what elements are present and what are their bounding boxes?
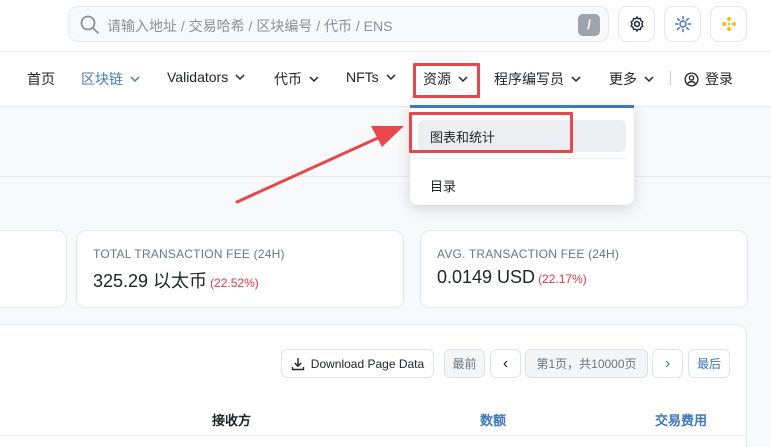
first-page-label: 最前 <box>452 357 477 371</box>
stat-label: TOTAL TRANSACTION FEE (24H) <box>93 247 285 261</box>
table-header-divider <box>0 435 747 436</box>
stat-label: AVG. TRANSACTION FEE (24H) <box>437 247 620 261</box>
stat-card-total-fee: TOTAL TRANSACTION FEE (24H) 325.29 以太币 (2… <box>76 230 404 308</box>
transactions-panel: Download Page Data 最前 ‹ 第1页，共10000页 › 最后… <box>0 324 747 447</box>
next-page-button[interactable]: › <box>652 349 683 378</box>
dropdown-divider <box>418 158 626 159</box>
dropdown-item-directory[interactable]: 目录 <box>430 176 456 195</box>
column-header-receiver: 接收方 <box>212 413 252 428</box>
last-page-button[interactable]: 最后 <box>688 349 730 378</box>
stat-card <box>0 230 67 308</box>
stat-card-avg-fee: AVG. TRANSACTION FEE (24H) 0.0149 USD (22… <box>420 230 748 308</box>
download-page-data-button[interactable]: Download Page Data <box>281 349 434 378</box>
page-info-label: 第1页，共10000页 <box>536 357 637 371</box>
chevron-left-icon: ‹ <box>502 354 509 372</box>
stat-change: (22.17%) <box>538 272 587 286</box>
prev-page-button[interactable]: ‹ <box>490 349 521 378</box>
download-label: Download Page Data <box>310 356 425 371</box>
download-icon <box>291 357 304 370</box>
chevron-right-icon: › <box>664 354 671 372</box>
stat-value: 0.0149 USD (22.17%) <box>437 267 587 287</box>
first-page-button[interactable]: 最前 <box>444 349 485 378</box>
annotation-highlight-box <box>409 112 573 153</box>
last-page-label: 最后 <box>696 357 721 371</box>
column-header-fee[interactable]: 交易费用 <box>655 410 707 429</box>
page-info: 第1页，共10000页 <box>525 349 648 378</box>
stat-change: (22.52%) <box>210 276 259 290</box>
stat-value: 325.29 以太币 (22.52%) <box>93 271 259 291</box>
column-header-amount[interactable]: 数额 <box>480 410 506 429</box>
